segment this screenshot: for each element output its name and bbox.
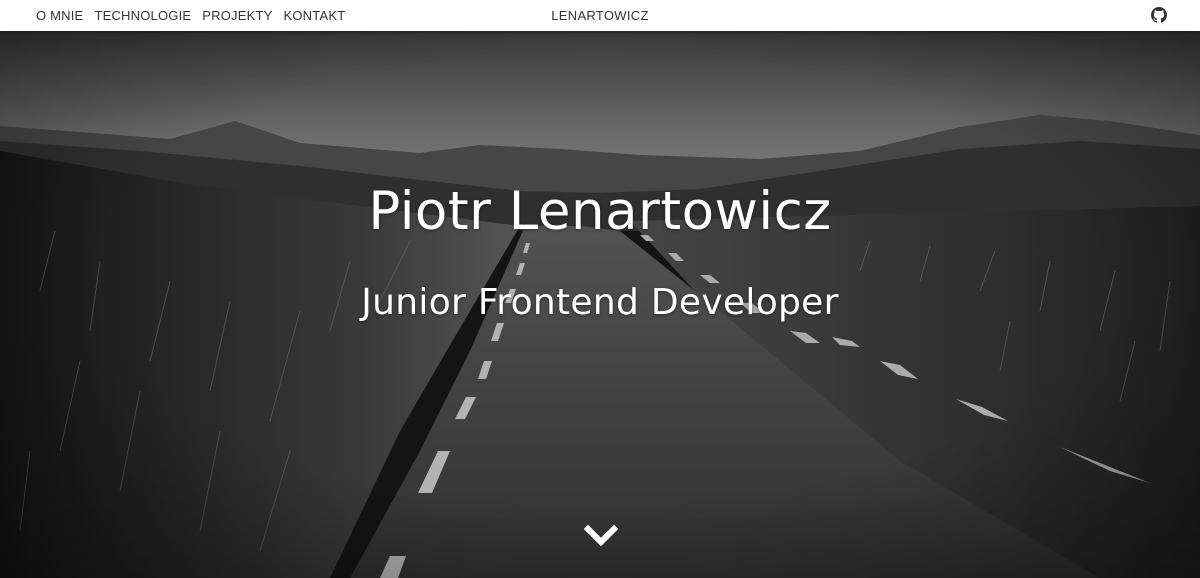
top-navbar: O MNIE TECHNOLOGIE PROJEKTY KONTAKT LENA… (0, 0, 1200, 31)
nav-link-kontakt[interactable]: KONTAKT (284, 8, 346, 23)
github-icon[interactable] (1151, 7, 1167, 23)
nav-link-technologie[interactable]: TECHNOLOGIE (94, 8, 191, 23)
hero-title: Piotr Lenartowicz (368, 181, 832, 242)
hero-section: Piotr Lenartowicz Junior Frontend Develo… (0, 31, 1200, 578)
brand-logo-text[interactable]: LENARTOWICZ (551, 8, 648, 23)
hero-subtitle: Junior Frontend Developer (361, 282, 839, 323)
nav-link-projekty[interactable]: PROJEKTY (202, 8, 272, 23)
chevron-down-icon[interactable] (584, 523, 618, 549)
nav-links: O MNIE TECHNOLOGIE PROJEKTY KONTAKT (36, 0, 345, 31)
nav-link-o-mnie[interactable]: O MNIE (36, 8, 83, 23)
